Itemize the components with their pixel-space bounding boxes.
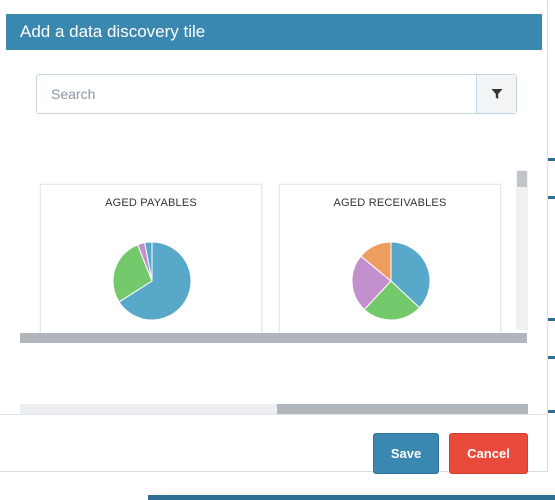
- background-accent: [548, 158, 555, 161]
- horizontal-scrollbar[interactable]: [20, 333, 527, 343]
- vertical-scrollbar[interactable]: [516, 170, 528, 330]
- footer-divider: [0, 414, 548, 415]
- tile-aged-receivables[interactable]: AGED RECEIVABLES: [279, 184, 501, 334]
- modal-header: Add a data discovery tile: [6, 14, 542, 50]
- modal-title: Add a data discovery tile: [20, 22, 206, 41]
- background-accent: [548, 356, 555, 359]
- tiles-scroll-area: AGED PAYABLES AGED RECEIVABLES: [20, 170, 530, 345]
- tile-pie-chart: [351, 241, 431, 321]
- horizontal-scrollbar-thumb[interactable]: [277, 404, 528, 414]
- tile-pie-chart: [112, 241, 192, 321]
- background-accent: [548, 318, 555, 321]
- search-input[interactable]: [37, 75, 477, 113]
- filter-icon: [491, 89, 502, 99]
- background-accent: [548, 196, 555, 199]
- background-bar: [148, 495, 555, 500]
- tile-title: AGED RECEIVABLES: [333, 197, 447, 209]
- add-tile-modal: Add a data discovery tile AGED PAYABLES …: [0, 0, 548, 474]
- cancel-button[interactable]: Cancel: [449, 433, 528, 474]
- vertical-scrollbar-thumb[interactable]: [517, 171, 527, 187]
- tile-title: AGED PAYABLES: [105, 197, 197, 209]
- tile-aged-payables[interactable]: AGED PAYABLES: [40, 184, 262, 334]
- background-accent: [548, 410, 555, 413]
- save-button[interactable]: Save: [373, 433, 439, 474]
- search-box: [36, 74, 517, 114]
- filter-button[interactable]: [476, 75, 516, 113]
